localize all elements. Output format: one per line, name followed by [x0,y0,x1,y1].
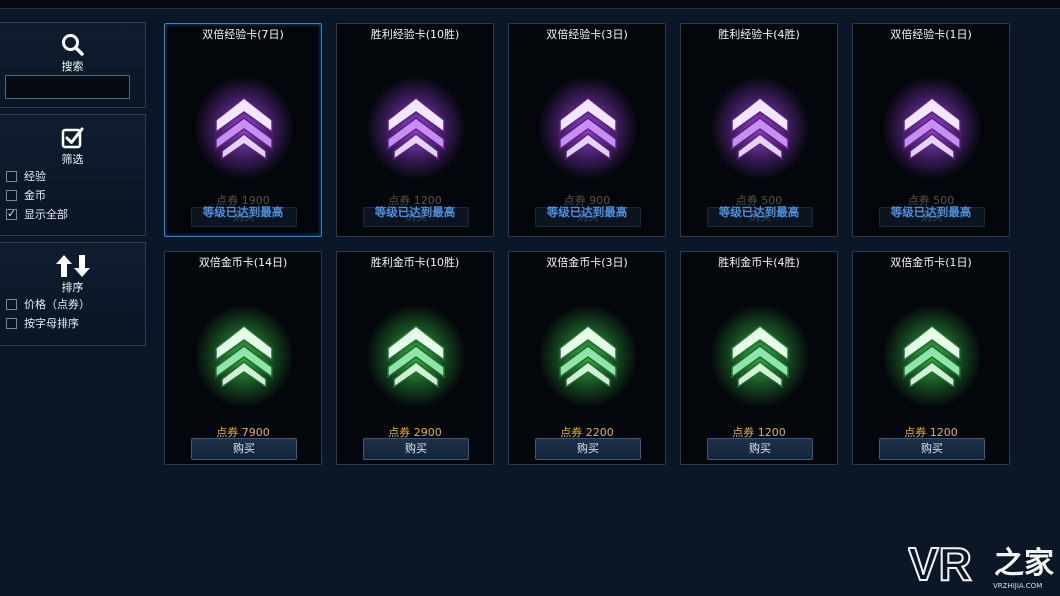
buy-button[interactable]: 购买 [191,438,297,460]
sort-option[interactable]: 价格（点券） [6,296,90,312]
gold-emblem-icon [194,300,294,410]
card-title: 胜利经验卡(10胜) [370,28,460,41]
gold-emblem-icon [882,300,982,410]
sort-label: 排序 [61,281,84,294]
sort-option-label: 价格（点券） [24,298,90,311]
gold-boost-card[interactable]: 胜利金币卡(10胜) 点券 2900 购买 [336,251,494,465]
filter-checkbox[interactable] [6,189,17,201]
filter-option-label: 金币 [24,189,46,202]
gold-boost-card[interactable]: 双倍金币卡(14日) 点券 7900 购买 [164,251,322,465]
sort-icon [55,255,90,277]
xp-boost-card[interactable]: 胜利经验卡(10胜) 点券 1200 购买 等级已达到最高 [336,23,494,237]
sort-option[interactable]: 按字母排序 [6,315,79,331]
card-title: 双倍经验卡(3日) [546,28,628,41]
xp-boost-card[interactable]: 双倍经验卡(3日) 点券 900 购买 等级已达到最高 [508,23,666,237]
filter-option-label: 经验 [24,170,46,183]
search-input[interactable] [5,75,130,99]
filter-checkbox[interactable] [6,170,17,182]
xp-boost-card[interactable]: 双倍经验卡(7日) 点券 1900 购买 等级已达到最高 [164,23,322,237]
filter-label: 筛选 [61,153,84,166]
xp-emblem-icon [194,72,294,182]
buy-button[interactable]: 购买 [363,438,469,460]
buy-button[interactable]: 购买 [879,438,985,460]
max-level-notice: 等级已达到最高 [374,205,456,219]
card-title: 双倍金币卡(1日) [890,256,972,269]
filter-option[interactable]: 显示全部 [6,206,68,222]
search-header: 搜索 [0,23,145,74]
gold-boost-card[interactable]: 双倍金币卡(1日) 点券 1200 购买 [852,251,1010,465]
gold-boost-card[interactable]: 胜利金币卡(4胜) 点券 1200 购买 [680,251,838,465]
xp-emblem-icon [882,72,982,182]
sort-panel: 排序 价格（点券） 按字母排序 [0,242,146,346]
xp-emblem-icon [710,72,810,182]
gold-emblem-icon [710,300,810,410]
search-label: 搜索 [61,60,84,73]
filter-panel: 筛选 经验金币显示全部 [0,114,146,236]
watermark-main-text: 之家 [994,546,1054,581]
max-level-notice: 等级已达到最高 [890,205,972,219]
filter-checkbox[interactable] [6,207,17,220]
max-level-notice: 等级已达到最高 [202,205,284,219]
card-title: 双倍金币卡(14日) [198,256,288,269]
filter-option[interactable]: 经验 [6,168,46,184]
gold-boost-card[interactable]: 双倍金币卡(3日) 点券 2200 购买 [508,251,666,465]
card-title: 胜利经验卡(4胜) [718,28,800,41]
card-title: 双倍金币卡(3日) [546,256,628,269]
max-level-notice: 等级已达到最高 [718,205,800,219]
filter-icon [61,127,83,149]
sort-checkbox[interactable] [6,317,17,329]
vr-zhijia-logo-icon: VR 之家 VRZHIJIA.COM [907,537,1054,591]
svg-text:VR: VR [908,538,972,590]
search-icon [61,34,84,56]
card-title: 双倍经验卡(7日) [202,28,284,41]
filter-option-label: 显示全部 [24,208,68,221]
vr-zhijia-watermark: VR 之家 VRZHIJIA.COM [907,536,1060,592]
xp-emblem-icon [366,72,466,182]
sort-option-label: 按字母排序 [24,317,79,330]
sort-header: 排序 [0,243,145,295]
xp-emblem-icon [538,72,638,182]
max-level-notice: 等级已达到最高 [546,205,628,219]
xp-boost-card[interactable]: 双倍经验卡(1日) 点券 500 购买 等级已达到最高 [852,23,1010,237]
card-title: 双倍经验卡(1日) [890,28,972,41]
card-title: 胜利金币卡(4胜) [718,256,800,269]
search-panel: 搜索 [0,22,146,108]
xp-boost-card[interactable]: 胜利经验卡(4胜) 点券 500 购买 等级已达到最高 [680,23,838,237]
watermark-sub-text: VRZHIJIA.COM [993,582,1042,590]
sort-checkbox[interactable] [6,298,17,310]
card-title: 胜利金币卡(10胜) [370,256,460,269]
gold-emblem-icon [366,300,466,410]
gold-emblem-icon [538,300,638,410]
top-bar [0,0,1060,9]
filter-header: 筛选 [0,115,145,167]
filter-option[interactable]: 金币 [6,187,46,203]
buy-button[interactable]: 购买 [535,438,641,460]
buy-button[interactable]: 购买 [707,438,813,460]
